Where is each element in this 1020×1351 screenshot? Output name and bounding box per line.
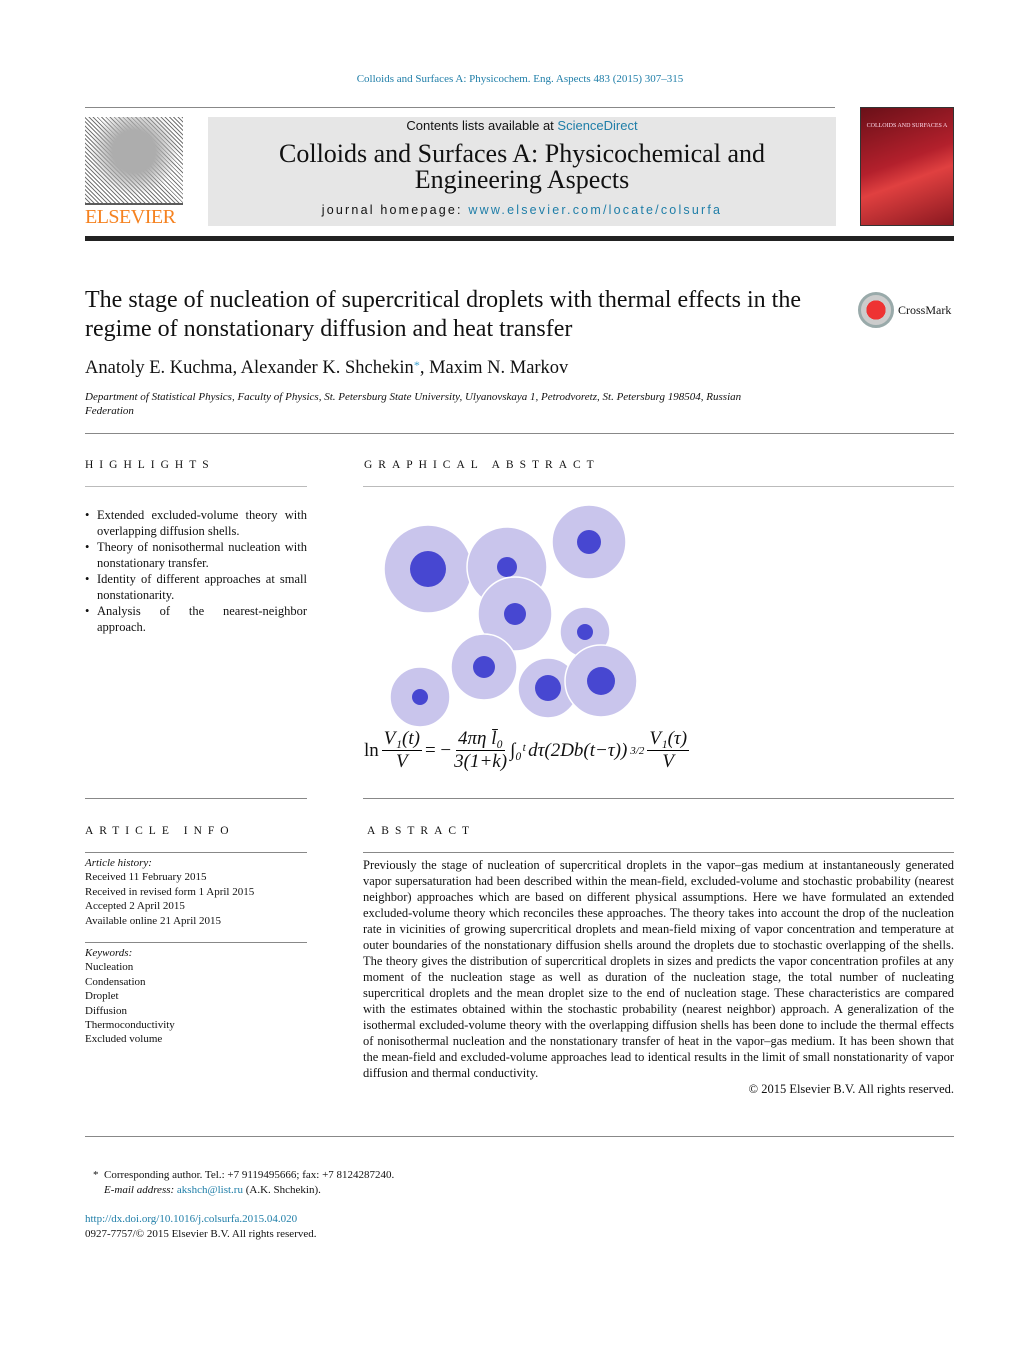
keywords: Keywords: Nucleation Condensation Drople… bbox=[85, 946, 175, 1047]
formula-text: 3(1+k) bbox=[454, 751, 508, 772]
affiliation: Department of Statistical Physics, Facul… bbox=[85, 391, 742, 417]
history-item: Received 11 February 2015 bbox=[85, 871, 207, 884]
history-item: Available online 21 April 2015 bbox=[85, 914, 222, 927]
journal-title: Colloids and Surfaces A: Physicochemical… bbox=[279, 139, 765, 194]
formula-text: ∫₀ᵗ bbox=[510, 739, 526, 761]
droplet-core bbox=[412, 689, 428, 705]
formula-text: V bbox=[396, 751, 408, 772]
droplet-core bbox=[577, 624, 593, 640]
keyword: Excluded volume bbox=[85, 1033, 163, 1046]
divider bbox=[363, 486, 954, 487]
divider bbox=[85, 798, 307, 799]
divider bbox=[85, 486, 307, 487]
keyword: Diffusion bbox=[85, 1004, 127, 1017]
droplet-core bbox=[577, 530, 601, 554]
keyword: Condensation bbox=[85, 975, 146, 988]
graphical-abstract-formula: ln V₁(t) V = − 4πη l̄₀ 3(1+k) ∫₀ᵗ dτ(2Db(t… bbox=[364, 728, 690, 773]
divider bbox=[363, 852, 954, 853]
homepage-link[interactable]: www.elsevier.com/locate/colsurfa bbox=[468, 203, 722, 217]
keyword: Nucleation bbox=[85, 961, 134, 974]
droplet bbox=[383, 524, 473, 614]
header-bar bbox=[85, 236, 954, 241]
homepage-label: journal homepage: bbox=[321, 203, 469, 217]
droplet-core bbox=[473, 656, 495, 678]
divider bbox=[85, 942, 307, 943]
droplet-core bbox=[504, 603, 526, 625]
history-label: Article history: bbox=[85, 857, 152, 869]
divider bbox=[85, 1136, 954, 1137]
highlight-item: Identity of different approaches at smal… bbox=[85, 571, 307, 603]
article-history: Article history: Received 11 February 20… bbox=[85, 856, 254, 928]
journal-citation[interactable]: Colloids and Surfaces A: Physicochem. En… bbox=[0, 73, 1020, 85]
article-info-heading: ARTICLE INFO bbox=[85, 825, 235, 837]
journal-cover[interactable]: COLLOIDS AND SURFACES A bbox=[860, 107, 954, 226]
droplet-core bbox=[535, 675, 561, 701]
crossmark-icon bbox=[858, 292, 894, 328]
keyword: Droplet bbox=[85, 990, 119, 1003]
divider bbox=[85, 433, 954, 434]
tree-icon bbox=[85, 117, 183, 205]
footnote-text: Corresponding author. Tel.: +7 911949566… bbox=[104, 1169, 395, 1181]
email-label: E-mail address: bbox=[104, 1183, 177, 1196]
graphical-abstract-figure bbox=[383, 504, 638, 728]
formula-text: V₁(τ) bbox=[647, 728, 690, 751]
contents-label: Contents lists available at bbox=[406, 118, 558, 133]
divider bbox=[85, 852, 307, 853]
keyword: Thermoconductivity bbox=[85, 1019, 175, 1032]
abstract: Previously the stage of nucleation of su… bbox=[363, 857, 954, 1097]
formula-text: V bbox=[662, 751, 674, 772]
droplet-core bbox=[587, 667, 615, 695]
formula-text: 3/2 bbox=[630, 744, 645, 757]
authors: Anatoly E. Kuchma, Alexander K. Shchekin… bbox=[85, 358, 569, 378]
droplet-core bbox=[410, 551, 446, 587]
droplet bbox=[564, 644, 638, 718]
droplet bbox=[450, 633, 518, 701]
divider bbox=[85, 107, 835, 108]
publisher-name: ELSEVIER bbox=[85, 206, 176, 228]
abstract-text: Previously the stage of nucleation of su… bbox=[363, 858, 954, 1080]
formula-text: dτ(2Db(t−τ)) bbox=[528, 739, 628, 761]
doi-link[interactable]: http://dx.doi.org/10.1016/j.colsurfa.201… bbox=[85, 1213, 297, 1225]
droplet bbox=[551, 504, 627, 580]
history-item: Received in revised form 1 April 2015 bbox=[85, 885, 255, 898]
formula-ln: ln bbox=[364, 739, 379, 761]
formula-text: V₁(t) bbox=[381, 728, 422, 751]
footnote-text: (A.K. Shchekin). bbox=[242, 1183, 321, 1196]
keywords-label: Keywords: bbox=[85, 947, 133, 959]
highlight-item: Theory of nonisothermal nucleation with … bbox=[85, 539, 307, 571]
graphical-abstract-heading: GRAPHICAL ABSTRACT bbox=[364, 459, 600, 471]
email-link[interactable]: akshch@list.ru bbox=[177, 1184, 243, 1196]
journal-banner: Contents lists available at ScienceDirec… bbox=[208, 117, 836, 226]
footnote-star: * bbox=[93, 1169, 99, 1181]
article-title: The stage of nucleation of supercritical… bbox=[85, 287, 801, 342]
sciencedirect-link[interactable]: ScienceDirect bbox=[557, 118, 637, 133]
highlight-item: Extended excluded-volume theory with ove… bbox=[85, 507, 307, 539]
crossmark-button[interactable]: CrossMark bbox=[858, 292, 951, 328]
divider bbox=[363, 798, 954, 799]
formula-text: 4πη l̄₀ bbox=[456, 728, 506, 751]
droplet-core bbox=[497, 557, 517, 577]
highlights-heading: HIGHLIGHTS bbox=[85, 459, 215, 471]
issn-copyright: 0927-7757/© 2015 Elsevier B.V. All right… bbox=[85, 1227, 317, 1240]
elsevier-logo: ELSEVIER bbox=[85, 117, 185, 228]
corresponding-footnote: * Corresponding author. Tel.: +7 9119495… bbox=[93, 1168, 394, 1197]
highlights-list: Extended excluded-volume theory with ove… bbox=[85, 507, 307, 635]
abstract-copyright: © 2015 Elsevier B.V. All rights reserved… bbox=[748, 1082, 954, 1096]
abstract-heading: ABSTRACT bbox=[367, 825, 476, 837]
formula-text: = − bbox=[424, 739, 452, 761]
history-item: Accepted 2 April 2015 bbox=[85, 900, 185, 913]
droplet bbox=[389, 666, 451, 728]
highlight-item: Analysis of the nearest-neighbor approac… bbox=[85, 603, 307, 635]
